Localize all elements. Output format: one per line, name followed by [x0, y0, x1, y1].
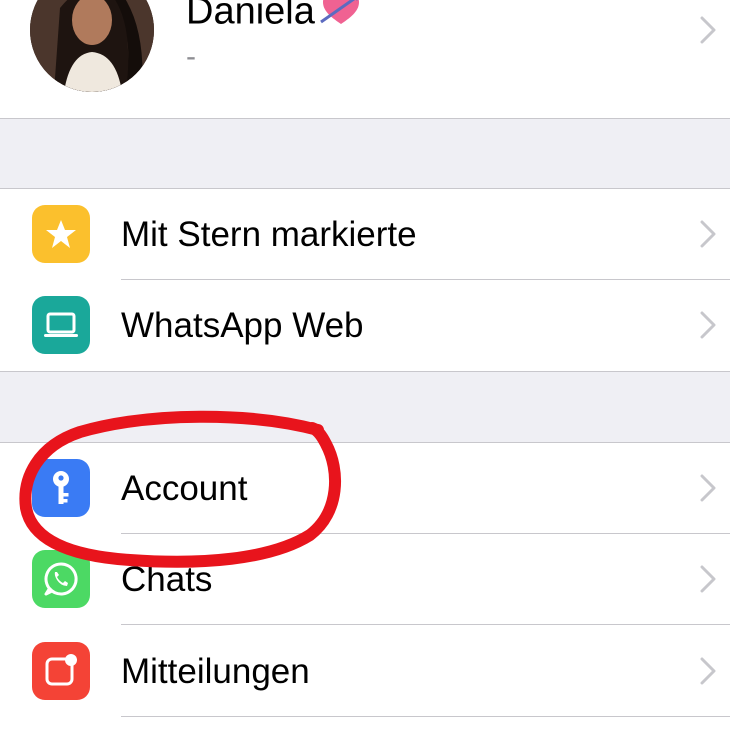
chevron-right-icon: [700, 311, 716, 339]
row-starred-messages[interactable]: Mit Stern markierte: [0, 189, 730, 280]
section-gap: [0, 118, 730, 189]
chevron-right-icon: [700, 565, 716, 593]
profile-name: Daniela: [186, 0, 363, 39]
row-label: Mit Stern markierte: [121, 215, 417, 254]
avatar: [30, 0, 154, 92]
profile-row[interactable]: Daniela -: [0, 0, 730, 118]
heart-arrow-icon: [319, 0, 363, 39]
row-divider: [121, 624, 730, 625]
row-label: Account: [121, 469, 248, 508]
whatsapp-icon: [32, 550, 90, 608]
section-gap: [0, 371, 730, 443]
notification-icon: [32, 642, 90, 700]
row-label: Mitteilungen: [121, 652, 310, 691]
row-chats[interactable]: Chats: [0, 534, 730, 625]
row-account[interactable]: Account: [0, 443, 730, 534]
profile-name-text: Daniela: [186, 0, 315, 33]
star-icon: [32, 205, 90, 263]
key-icon: [32, 459, 90, 517]
row-label: WhatsApp Web: [121, 306, 364, 345]
settings-screen: Daniela - Mit Stern markierte WhatsApp W…: [0, 0, 730, 731]
laptop-icon: [32, 296, 90, 354]
row-label: Chats: [121, 560, 213, 599]
row-notifications[interactable]: Mitteilungen: [0, 626, 730, 717]
row-whatsapp-web[interactable]: WhatsApp Web: [0, 280, 730, 371]
chevron-right-icon: [700, 474, 716, 502]
profile-status: -: [186, 40, 196, 73]
chevron-right-icon: [700, 657, 716, 685]
chevron-right-icon: [700, 16, 716, 44]
chevron-right-icon: [700, 220, 716, 248]
row-divider: [121, 716, 730, 717]
